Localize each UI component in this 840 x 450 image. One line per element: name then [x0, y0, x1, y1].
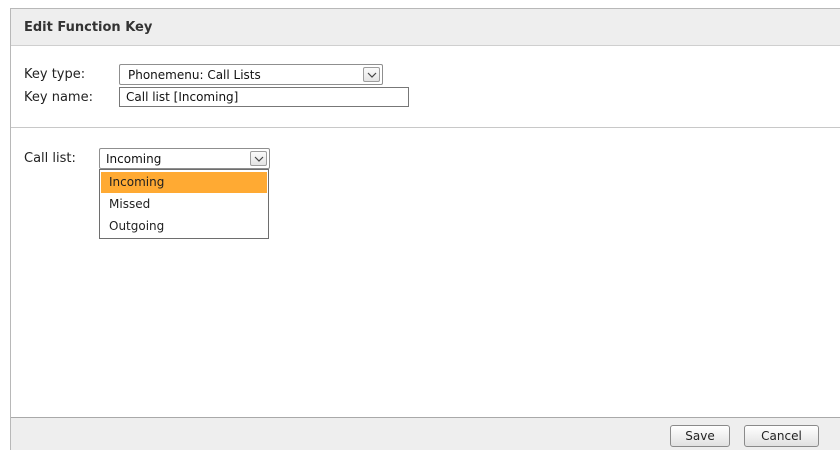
- call-list-select[interactable]: Incoming: [99, 148, 270, 169]
- key-type-label: Key type:: [24, 67, 86, 82]
- call-list-label: Call list:: [24, 151, 76, 166]
- dropdown-option-outgoing[interactable]: Outgoing: [101, 216, 267, 237]
- cancel-button[interactable]: Cancel: [744, 425, 819, 447]
- dropdown-option-label: Outgoing: [109, 219, 165, 233]
- key-type-select-value: Phonemenu: Call Lists: [128, 68, 261, 82]
- key-name-label: Key name:: [24, 90, 93, 105]
- key-name-input-value: Call list [Incoming]: [126, 90, 239, 104]
- edit-function-key-dialog: Edit Function Key Key type: Phonemenu: C…: [10, 8, 840, 450]
- chevron-down-icon[interactable]: [363, 67, 380, 82]
- dialog-footer: Save Cancel: [11, 417, 840, 450]
- dropdown-option-label: Incoming: [109, 175, 165, 189]
- section-divider: [11, 127, 840, 128]
- dialog-title: Edit Function Key: [24, 20, 153, 35]
- call-list-select-value: Incoming: [106, 152, 162, 166]
- dropdown-option-incoming[interactable]: Incoming: [101, 172, 267, 193]
- dropdown-option-missed[interactable]: Missed: [101, 194, 267, 215]
- key-name-input[interactable]: Call list [Incoming]: [119, 87, 409, 107]
- call-list-dropdown: Incoming Missed Outgoing: [99, 169, 269, 239]
- dialog-titlebar: Edit Function Key: [11, 9, 840, 46]
- key-type-select[interactable]: Phonemenu: Call Lists: [119, 64, 383, 85]
- save-button[interactable]: Save: [670, 425, 730, 447]
- chevron-down-icon[interactable]: [250, 151, 267, 166]
- dropdown-option-label: Missed: [109, 197, 151, 211]
